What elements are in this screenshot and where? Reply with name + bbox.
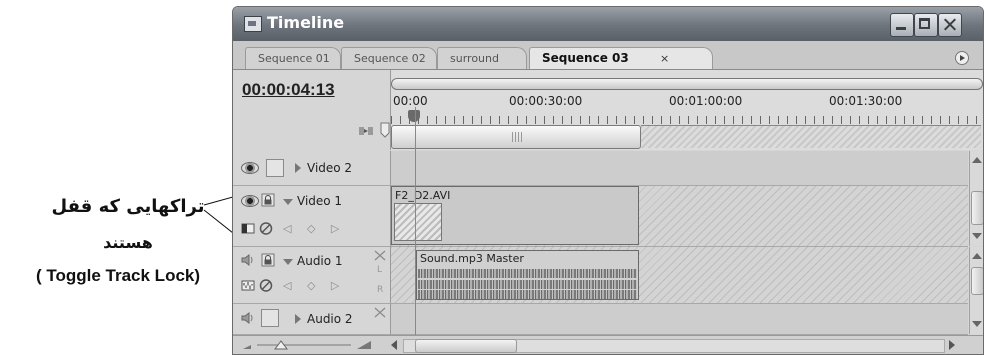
- title-bar: Timeline: [233, 7, 983, 41]
- annotation-line-1: تراکهایی که قفل: [51, 196, 205, 217]
- speaker-icon[interactable]: [241, 312, 255, 324]
- timeline-window: Timeline Sequence 01 Sequence 02 surroun…: [232, 6, 984, 355]
- work-area-bar[interactable]: [391, 125, 641, 149]
- expand-track-icon[interactable]: [295, 314, 301, 324]
- ruler-label: 00:01:30:00: [829, 94, 903, 108]
- track-name: Audio 1: [297, 254, 343, 268]
- tab-label: Sequence 02: [354, 52, 426, 65]
- ruler-ticks: [391, 116, 981, 124]
- maximize-button[interactable]: [914, 13, 938, 37]
- audio-tracks-scrollbar[interactable]: [969, 247, 983, 334]
- track-lane-audio-2[interactable]: [391, 304, 968, 335]
- keyframe-navigator[interactable]: ◁ ◇ ▷: [283, 222, 345, 235]
- video-clip[interactable]: F2_D2.AVI: [391, 186, 639, 245]
- horizontal-scroll-thumb[interactable]: [415, 339, 517, 353]
- tab-label: surround: [450, 52, 499, 65]
- track-lane-video-2[interactable]: [391, 151, 968, 186]
- keyframe-navigator[interactable]: ◁ ◇ ▷: [283, 279, 345, 292]
- tab-label: Sequence 01: [258, 52, 330, 65]
- eye-icon[interactable]: [241, 195, 259, 207]
- zoom-slider[interactable]: [241, 339, 377, 351]
- tab-label: Sequence 03: [542, 51, 629, 65]
- panel-menu-icon[interactable]: [955, 51, 969, 65]
- track-name: Video 1: [297, 194, 343, 208]
- tab-close-icon[interactable]: ×: [660, 48, 669, 69]
- tab-sequence-02[interactable]: Sequence 02: [341, 47, 437, 69]
- window-title: Timeline: [267, 13, 345, 32]
- lock-toggle-empty[interactable]: [261, 309, 279, 327]
- audio-channel-icon: [374, 250, 386, 261]
- snap-icon[interactable]: [358, 125, 374, 137]
- current-timecode[interactable]: 00:00:04:13: [242, 80, 335, 100]
- scroll-up-icon[interactable]: [972, 253, 982, 259]
- speaker-icon[interactable]: [241, 254, 255, 266]
- scroll-up-icon[interactable]: [972, 157, 982, 163]
- expand-track-icon[interactable]: [295, 163, 301, 173]
- time-ruler[interactable]: 00:00 00:00:30:00 00:01:00:00 00:01:30:0…: [391, 70, 983, 150]
- track-header-audio-1: Audio 1 ◁ ◇ ▷ L R: [233, 247, 391, 304]
- clip-thumbnail: [394, 203, 442, 241]
- display-style-icon[interactable]: [241, 222, 255, 235]
- audio-clip[interactable]: Sound.mp3 Master: [416, 250, 639, 300]
- scroll-left-icon[interactable]: [391, 340, 397, 350]
- playhead-line: [415, 107, 416, 352]
- audio-waveform-right: [418, 290, 637, 299]
- sequence-tab-row: Sequence 01 Sequence 02 surround Sequenc…: [233, 41, 983, 70]
- clip-name: F2_D2.AVI: [395, 189, 451, 202]
- channel-right-label: R: [377, 285, 384, 295]
- close-button[interactable]: [938, 13, 962, 37]
- audio-waveform-left: [418, 269, 637, 278]
- track-name: Audio 2: [307, 312, 353, 326]
- video-tracks-scrollbar[interactable]: [969, 151, 983, 246]
- scroll-down-icon[interactable]: [972, 233, 982, 239]
- tab-sequence-01[interactable]: Sequence 01: [245, 47, 341, 69]
- collapse-track-icon[interactable]: [283, 199, 293, 205]
- ruler-label: 00:00:30:00: [509, 94, 583, 108]
- lock-icon[interactable]: [261, 193, 275, 207]
- scroll-right-icon[interactable]: [949, 340, 955, 350]
- audio-channel-icon: [374, 307, 386, 318]
- ruler-label: 00:01:00:00: [669, 94, 743, 108]
- timecode-panel: 00:00:04:13: [233, 70, 391, 150]
- track-name: Video 2: [307, 161, 353, 175]
- eye-icon[interactable]: [241, 162, 259, 174]
- track-lane-audio-1[interactable]: Sound.mp3 Master: [391, 247, 968, 304]
- minimize-button[interactable]: [890, 13, 914, 37]
- lock-toggle-empty[interactable]: [266, 159, 284, 177]
- waveform-display-icon[interactable]: [241, 279, 255, 292]
- view-zoom-bar[interactable]: [391, 78, 983, 90]
- bottom-bar: [233, 335, 983, 354]
- clip-name: Sound.mp3 Master: [420, 252, 524, 265]
- marker-icon[interactable]: [380, 122, 390, 138]
- channel-left-label: L: [377, 265, 383, 275]
- work-area-empty: [641, 125, 981, 148]
- tab-sequence-03[interactable]: Sequence 03 ×: [529, 47, 713, 69]
- audio-waveform-mid: [418, 280, 637, 289]
- annotation-line-3: ( Toggle Track Lock): [35, 266, 201, 285]
- track-header-video-2: Video 2: [233, 151, 391, 186]
- collapse-track-icon[interactable]: [283, 259, 293, 265]
- ruler-label: 00:00: [393, 94, 428, 108]
- track-header-video-1: Video 1 ◁ ◇ ▷: [233, 186, 391, 247]
- track-header-audio-2: Audio 2: [233, 304, 391, 335]
- scroll-down-icon[interactable]: [972, 321, 982, 327]
- playhead-icon[interactable]: [408, 110, 420, 122]
- scroll-thumb[interactable]: [971, 191, 983, 225]
- show-keyframes-icon[interactable]: [259, 222, 273, 235]
- tab-surround[interactable]: surround: [437, 47, 527, 69]
- track-lane-video-1[interactable]: F2_D2.AVI: [391, 186, 968, 247]
- timeline-app-icon: [244, 16, 262, 32]
- annotation-line-2: هستند: [103, 233, 153, 252]
- show-keyframes-icon[interactable]: [259, 279, 273, 292]
- lock-icon[interactable]: [261, 253, 275, 267]
- scroll-thumb[interactable]: [971, 267, 983, 295]
